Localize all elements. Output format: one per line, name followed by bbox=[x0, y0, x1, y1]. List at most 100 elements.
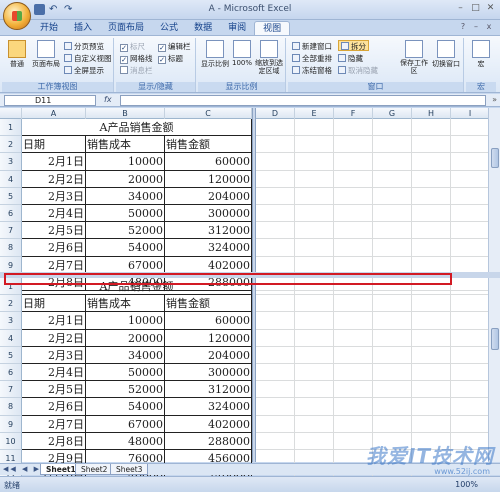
empty-cell[interactable] bbox=[334, 398, 373, 416]
empty-cell[interactable] bbox=[256, 432, 295, 450]
empty-cell[interactable] bbox=[412, 381, 451, 399]
empty-cell[interactable] bbox=[373, 295, 412, 313]
headings-checkbox[interactable]: ✓ 标题 bbox=[158, 53, 183, 64]
empty-cell[interactable] bbox=[295, 312, 334, 330]
vertical-split-bar[interactable] bbox=[252, 108, 256, 462]
empty-cell[interactable] bbox=[451, 398, 490, 416]
select-all-corner[interactable] bbox=[0, 108, 22, 119]
table-cell[interactable]: 2月4日 bbox=[22, 205, 86, 223]
switch-windows-button[interactable]: 切换窗口 bbox=[430, 40, 462, 69]
zoom-100-button[interactable]: 100% bbox=[231, 40, 253, 67]
header-cell[interactable]: 销售成本 bbox=[86, 295, 165, 313]
ruler-checkbox[interactable]: ✓ 标尺 bbox=[120, 41, 145, 52]
empty-cell[interactable] bbox=[451, 381, 490, 399]
zoom-level[interactable]: 100% bbox=[455, 480, 478, 489]
table-cell[interactable]: 2月5日 bbox=[22, 381, 86, 399]
empty-cell[interactable] bbox=[295, 239, 334, 257]
close-icon[interactable]: ✕ bbox=[484, 3, 497, 15]
row-header-2[interactable]: 2 bbox=[0, 295, 22, 313]
normal-view-button[interactable]: 普通 bbox=[6, 40, 28, 69]
column-header-e[interactable]: E bbox=[295, 108, 334, 119]
gridlines-checkbox[interactable]: ✓ 网格线 bbox=[120, 53, 153, 64]
custom-views-button[interactable]: 自定义视图 bbox=[64, 53, 112, 64]
help-icon[interactable]: ? bbox=[458, 22, 468, 32]
empty-cell[interactable] bbox=[295, 398, 334, 416]
empty-cell[interactable] bbox=[412, 295, 451, 313]
empty-cell[interactable] bbox=[295, 432, 334, 450]
empty-cell[interactable] bbox=[295, 205, 334, 223]
fx-icon[interactable]: fx bbox=[104, 95, 112, 104]
table-cell[interactable]: 2月1日 bbox=[22, 153, 86, 171]
table-cell[interactable]: 2月2日 bbox=[22, 329, 86, 347]
header-cell[interactable]: 销售金额 bbox=[165, 295, 252, 313]
empty-cell[interactable] bbox=[256, 415, 295, 433]
column-header-a[interactable]: A bbox=[22, 108, 86, 119]
row-header-7[interactable]: 7 bbox=[0, 381, 22, 399]
empty-cell[interactable] bbox=[412, 119, 451, 137]
empty-cell[interactable] bbox=[373, 312, 412, 330]
tab-formulas[interactable]: 公式 bbox=[152, 21, 186, 35]
empty-cell[interactable] bbox=[334, 153, 373, 171]
empty-cell[interactable] bbox=[373, 415, 412, 433]
empty-cell[interactable] bbox=[412, 312, 451, 330]
empty-cell[interactable] bbox=[412, 136, 451, 154]
empty-cell[interactable] bbox=[256, 153, 295, 171]
empty-cell[interactable] bbox=[256, 398, 295, 416]
tab-insert[interactable]: 插入 bbox=[66, 21, 100, 35]
table-cell[interactable]: 54000 bbox=[86, 239, 165, 257]
table-cell[interactable]: 50000 bbox=[86, 364, 165, 382]
top-vertical-scrollbar[interactable] bbox=[488, 108, 500, 272]
bottom-vertical-scrollbar[interactable] bbox=[488, 278, 500, 462]
row-header-4[interactable]: 4 bbox=[0, 329, 22, 347]
empty-cell[interactable] bbox=[451, 153, 490, 171]
zoom-button[interactable]: 显示比例 bbox=[200, 40, 230, 69]
top-scroll-thumb[interactable] bbox=[491, 148, 499, 168]
empty-cell[interactable] bbox=[451, 278, 490, 296]
table-cell[interactable]: 204000 bbox=[165, 187, 252, 205]
row-header-10[interactable]: 10 bbox=[0, 432, 22, 450]
empty-cell[interactable] bbox=[256, 295, 295, 313]
empty-cell[interactable] bbox=[256, 119, 295, 137]
unhide-button[interactable]: 取消隐藏 bbox=[338, 65, 378, 76]
empty-cell[interactable] bbox=[295, 187, 334, 205]
message-bar-checkbox[interactable]: 消息栏 bbox=[120, 65, 153, 76]
empty-cell[interactable] bbox=[334, 239, 373, 257]
name-box[interactable]: D11 bbox=[4, 95, 96, 106]
empty-cell[interactable] bbox=[412, 170, 451, 188]
column-header-h[interactable]: H bbox=[412, 108, 451, 119]
new-window-button[interactable]: 新建窗口 bbox=[292, 41, 332, 52]
table-cell[interactable]: 402000 bbox=[165, 415, 252, 433]
empty-cell[interactable] bbox=[412, 205, 451, 223]
table-cell[interactable]: 2月2日 bbox=[22, 170, 86, 188]
column-header-c[interactable]: C bbox=[165, 108, 252, 119]
empty-cell[interactable] bbox=[412, 239, 451, 257]
table-cell[interactable]: 120000 bbox=[165, 329, 252, 347]
table-cell[interactable]: 2月8日 bbox=[22, 432, 86, 450]
macros-button[interactable]: 宏 bbox=[470, 40, 492, 69]
empty-cell[interactable] bbox=[334, 346, 373, 364]
empty-cell[interactable] bbox=[256, 136, 295, 154]
empty-cell[interactable] bbox=[256, 312, 295, 330]
table-cell[interactable]: 2月7日 bbox=[22, 415, 86, 433]
empty-cell[interactable] bbox=[334, 295, 373, 313]
tab-home[interactable]: 开始 bbox=[32, 21, 66, 35]
empty-cell[interactable] bbox=[373, 119, 412, 137]
empty-cell[interactable] bbox=[451, 239, 490, 257]
empty-cell[interactable] bbox=[373, 136, 412, 154]
table-cell[interactable]: 52000 bbox=[86, 222, 165, 240]
table-cell[interactable]: 2月4日 bbox=[22, 364, 86, 382]
row-header-9[interactable]: 9 bbox=[0, 415, 22, 433]
table-title-cell[interactable]: A产品销售金额 bbox=[22, 119, 252, 137]
empty-cell[interactable] bbox=[451, 312, 490, 330]
empty-cell[interactable] bbox=[412, 329, 451, 347]
table-cell[interactable]: 54000 bbox=[86, 398, 165, 416]
empty-cell[interactable] bbox=[451, 329, 490, 347]
ribbon-close-icon[interactable]: x bbox=[484, 22, 494, 32]
table-cell[interactable]: 67000 bbox=[86, 415, 165, 433]
header-cell[interactable]: 日期 bbox=[22, 136, 86, 154]
row-header-8[interactable]: 8 bbox=[0, 239, 22, 257]
empty-cell[interactable] bbox=[334, 329, 373, 347]
empty-cell[interactable] bbox=[451, 170, 490, 188]
row-header-5[interactable]: 5 bbox=[0, 346, 22, 364]
empty-cell[interactable] bbox=[373, 187, 412, 205]
